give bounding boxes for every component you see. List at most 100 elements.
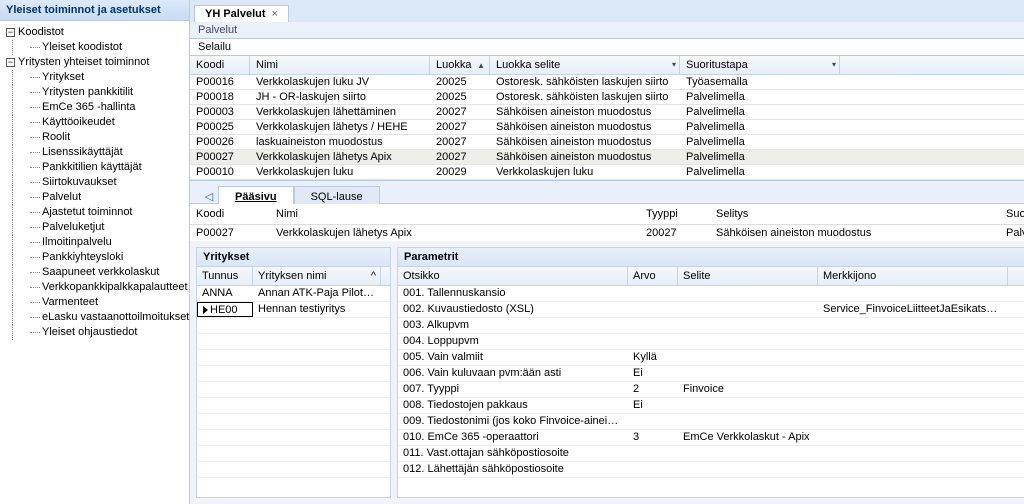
company-row[interactable]: ANNAAnnan ATK-Paja Pilotti Oy [197,286,390,302]
param-cell [678,302,818,317]
tree-item[interactable]: Ajastetut toiminnot [30,206,133,218]
tab-scroll-left-icon[interactable]: ◁ [200,190,218,203]
cell-luokka: 20027 [430,105,490,119]
param-column[interactable]: Otsikko [398,267,628,285]
grid-row[interactable]: P00003Verkkolaskujen lähettäminen20027Sä… [190,105,1024,120]
tree-group-label[interactable]: Yritysten yhteiset toiminnot [18,56,149,68]
chevron-down-icon[interactable]: ▾ [672,60,676,69]
lower-panels: Yritykset TunnusYrityksen nimi^ ANNAAnna… [190,241,1024,504]
param-cell [678,366,818,381]
tree-item[interactable]: Yleiset koodistot [30,41,122,53]
param-row[interactable]: 002. Kuvaustiedosto (XSL)Service_Finvoic… [398,302,1024,318]
param-row[interactable]: 008. Tiedostojen pakkausEi [398,398,1024,414]
tree-item[interactable]: Yritykset [30,71,84,83]
column-header-tapa[interactable]: Suoritustapa▾ [680,56,840,74]
tree-item[interactable]: Yleiset ohjaustiedot [30,326,137,338]
cell-koodi: P00003 [190,105,250,119]
param-row[interactable]: 004. Loppupvm [398,334,1024,350]
tree-item[interactable]: Varmenteet [30,296,98,308]
param-row[interactable]: 001. Tallennuskansio [398,286,1024,302]
tree-item[interactable]: EmCe 365 -hallinta [30,101,136,113]
tree-item[interactable]: Yritysten pankkitilit [30,86,133,98]
param-row[interactable]: 006. Vain kuluvaan pvm:ään astiEi [398,366,1024,382]
main-area: YH Palvelut × Palvelut Selailu KoodiNimi… [190,0,1024,504]
tree-item[interactable]: Saapuneet verkkolaskut [30,266,159,278]
param-cell: Ei [628,366,678,381]
company-id: ANNA [197,286,253,301]
cell-nimi: JH - OR-laskujen siirto [250,90,430,104]
param-cell [628,302,678,317]
param-cell [818,334,1008,349]
grid-row[interactable]: P00027Verkkolaskujen lähetys Apix20027Sä… [190,150,1024,165]
grid-row[interactable]: P00010Verkkolaskujen luku20029Verkkolask… [190,165,1024,180]
param-cell: Service_FinvoiceLiitteetJaEsikatseluApi [818,302,1008,317]
param-column[interactable]: Merkkijono [818,267,1008,285]
tree-item[interactable]: Pankkiyhteysloki [30,251,123,263]
empty-row [197,430,390,446]
tree-item[interactable]: Roolit [30,131,70,143]
tree-item[interactable]: Palvelut [30,191,81,203]
tree-item[interactable]: Lisenssikäyttäjät [30,146,123,158]
cell-nimi: Verkkolaskujen lähettäminen [250,105,430,119]
chevron-down-icon[interactable]: ▾ [832,60,836,69]
column-header-selite[interactable]: Luokka selite▾ [490,56,680,74]
tree-item[interactable]: Ilmoitinpalvelu [30,236,112,248]
param-row[interactable]: 007. Tyyppi2Finvoice [398,382,1024,398]
detail-value: Verkkolaskujen lähetys Apix [270,224,640,241]
param-row[interactable]: 012. Lähettäjän sähköpostiosoite [398,462,1024,478]
group-tab-palvelut[interactable]: Palvelut [190,22,1024,39]
cell-koodi: P00026 [190,135,250,149]
cell-tapa: Palvelimella [680,150,840,164]
tree-item[interactable]: Pankkitilien käyttäjät [30,161,142,173]
company-column[interactable]: Yrityksen nimi^ [253,267,381,285]
tab-yh-palvelut[interactable]: YH Palvelut × [194,5,289,22]
param-cell [678,414,818,429]
detail-column: Suoritustapa [1000,204,1024,224]
tree-group-label[interactable]: Koodistot [18,26,64,38]
tree-item[interactable]: eLasku vastaanottoilmoitukset [30,311,189,323]
company-row[interactable]: HE00Hennan testiyritys [197,302,390,318]
param-row[interactable]: 009. Tiedostonimi (jos koko Finvoice-ain… [398,414,1024,430]
column-header-luokka[interactable]: Luokka▲ [430,56,490,74]
parameters-panel: Parametrit OtsikkoArvoSeliteMerkkijono 0… [397,247,1024,498]
cell-selite: Ostoresk. sähköisten laskujen siirto [490,90,680,104]
param-row[interactable]: 010. EmCe 365 -operaattori3EmCe Verkkola… [398,430,1024,446]
param-column[interactable]: Arvo [628,267,678,285]
param-cell [818,286,1008,301]
tree-toggle-icon[interactable]: − [6,58,15,67]
detail-value: Sähköisen aineiston muodostus [710,224,1000,241]
scroll-up-icon[interactable]: ^ [371,270,376,282]
param-cell: 008. Tiedostojen pakkaus [398,398,628,413]
tree-toggle-icon[interactable]: − [6,28,15,37]
cell-selite: Ostoresk. sähköisten laskujen siirto [490,75,680,89]
parameters-body[interactable]: 001. Tallennuskansio002. Kuvaustiedosto … [398,286,1024,478]
param-cell: Ei [628,398,678,413]
param-row[interactable]: 003. Alkupvm [398,318,1024,334]
close-icon[interactable]: × [272,8,278,20]
grid-row[interactable]: P00026laskuaineiston muodostus20027Sähkö… [190,135,1024,150]
grid-row[interactable]: P00016Verkkolaskujen luku JV20025Ostores… [190,75,1024,90]
cell-nimi: Verkkolaskujen lähetys / HEHE [250,120,430,134]
grid-row[interactable]: P00018JH - OR-laskujen siirto20025Ostore… [190,90,1024,105]
column-header-koodi[interactable]: Koodi [190,56,250,74]
grid-row[interactable]: P00025Verkkolaskujen lähetys / HEHE20027… [190,120,1024,135]
param-cell [628,462,678,477]
param-column[interactable]: Selite [678,267,818,285]
tree-item[interactable]: Siirtokuvaukset [30,176,117,188]
param-cell [628,318,678,333]
tree-item[interactable]: Käyttöoikeudet [30,116,115,128]
tree-item[interactable]: Verkkopankkipalkkapalautteet [30,281,188,293]
param-row[interactable]: 005. Vain valmiitKyllä [398,350,1024,366]
column-header-nimi[interactable]: Nimi [250,56,430,74]
param-row[interactable]: 011. Vast.ottajan sähköpostiosoite [398,446,1024,462]
company-column[interactable]: Tunnus [197,267,253,285]
empty-row [197,334,390,350]
companies-body[interactable]: ANNAAnnan ATK-Paja Pilotti OyHE00Hennan … [197,286,390,478]
sort-asc-icon[interactable]: ▲ [477,61,485,70]
companies-title: Yritykset [197,248,390,267]
param-cell [678,318,818,333]
empty-row [197,398,390,414]
grid-body[interactable]: P00016Verkkolaskujen luku JV20025Ostores… [190,75,1024,180]
tree-item[interactable]: Palveluketjut [30,221,104,233]
cell-tapa: Palvelimella [680,120,840,134]
